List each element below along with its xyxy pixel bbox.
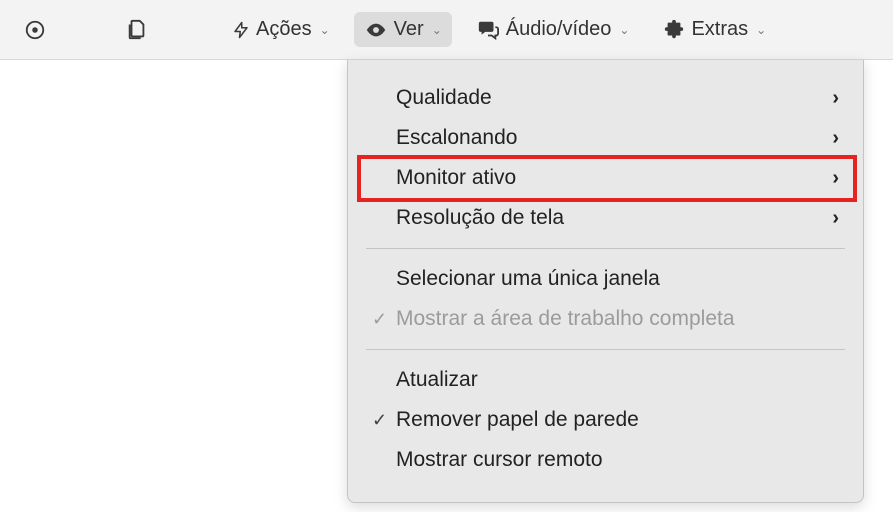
chevron-right-icon: › — [832, 167, 839, 190]
chevron-down-icon: ⌄ — [619, 23, 629, 37]
chevron-down-icon: ⌄ — [756, 23, 766, 37]
files-icon — [126, 19, 148, 41]
bolt-icon — [232, 19, 250, 41]
eye-icon — [364, 19, 388, 41]
menu-label: Selecionar uma única janela — [396, 267, 839, 291]
chevron-down-icon: ⌄ — [320, 23, 330, 37]
menu-item-remove-wallpaper[interactable]: ✓ Remover papel de parede — [348, 400, 863, 440]
puzzle-icon — [663, 19, 685, 41]
menu-label: Monitor ativo — [396, 166, 832, 190]
chevron-down-icon: ⌄ — [432, 23, 442, 37]
checkmark-icon: ✓ — [372, 309, 396, 330]
menu-item-show-remote-cursor[interactable]: Mostrar cursor remoto — [348, 440, 863, 480]
view-menu-button[interactable]: Ver ⌄ — [354, 12, 452, 47]
chevron-right-icon: › — [832, 87, 839, 110]
chevron-right-icon: › — [832, 207, 839, 230]
files-button[interactable] — [120, 13, 154, 47]
menu-item-show-full-desktop: ✓ Mostrar a área de trabalho completa — [348, 299, 863, 339]
av-menu-button[interactable]: Áudio/vídeo ⌄ — [466, 12, 640, 47]
toolbar: Ações ⌄ Ver ⌄ Áudio/vídeo ⌄ Extras — [0, 0, 893, 60]
checkmark-icon: ✓ — [372, 410, 396, 431]
menu-item-resolution[interactable]: Resolução de tela › — [348, 198, 863, 238]
menu-item-scaling[interactable]: Escalonando › — [348, 118, 863, 158]
menu-label: Resolução de tela — [396, 206, 832, 230]
session-icon-button[interactable] — [18, 13, 52, 47]
menu-label: Escalonando — [396, 126, 832, 150]
session-icon — [24, 19, 46, 41]
chat-icon — [476, 19, 500, 41]
extras-menu-button[interactable]: Extras ⌄ — [653, 12, 776, 47]
menu-item-quality[interactable]: Qualidade › — [348, 78, 863, 118]
menu-label: Qualidade — [396, 86, 832, 110]
menu-item-refresh[interactable]: Atualizar — [348, 360, 863, 400]
menu-item-select-window[interactable]: Selecionar uma única janela — [348, 259, 863, 299]
menu-label: Remover papel de parede — [396, 408, 839, 432]
menu-item-active-monitor[interactable]: Monitor ativo › — [348, 158, 863, 198]
chevron-right-icon: › — [832, 127, 839, 150]
extras-label: Extras — [691, 18, 748, 41]
av-label: Áudio/vídeo — [506, 18, 612, 41]
actions-label: Ações — [256, 18, 312, 41]
menu-label: Mostrar cursor remoto — [396, 448, 839, 472]
view-label: Ver — [394, 18, 424, 41]
view-dropdown-menu: Qualidade › Escalonando › Monitor ativo … — [347, 60, 864, 503]
menu-label: Atualizar — [396, 368, 839, 392]
menu-separator — [366, 248, 845, 249]
menu-separator — [366, 349, 845, 350]
menu-label: Mostrar a área de trabalho completa — [396, 307, 839, 331]
actions-menu-button[interactable]: Ações ⌄ — [222, 12, 340, 47]
